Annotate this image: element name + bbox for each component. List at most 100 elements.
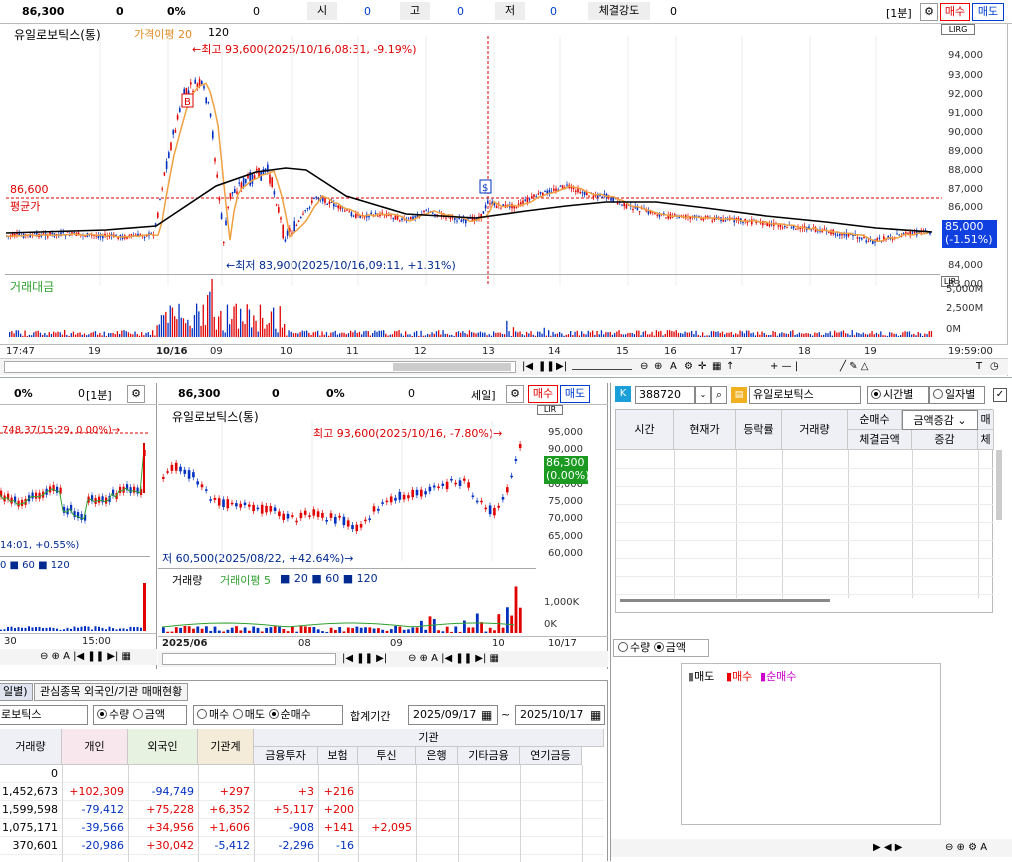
mid-lirg-toggle[interactable]: LIR [537, 405, 563, 415]
text-tool-icon[interactable]: A [670, 361, 677, 373]
amt-radio[interactable]: 금액 [653, 641, 686, 654]
col-rate[interactable]: 등락률 [736, 410, 782, 450]
column-header[interactable]: 기관계 [198, 729, 254, 765]
period-selector[interactable]: [1분] [886, 5, 912, 21]
col-m[interactable]: 매 [978, 410, 994, 430]
settings-gear-icon[interactable]: ⚙ [920, 3, 938, 21]
buy-button[interactable]: 매수 [940, 3, 970, 21]
pen-icon[interactable]: ╱ ✎ △ [840, 361, 868, 373]
current-price-tag-pct: (-1.51%) [945, 233, 993, 246]
col-netbuy[interactable]: 순매수 [848, 410, 902, 430]
tab-watchlist[interactable]: 관심종목 외국인/기관 매매현황 [34, 683, 189, 701]
col-time[interactable]: 시간 [616, 410, 674, 450]
column-header[interactable]: 기관 [254, 729, 604, 747]
text-icon[interactable]: T [976, 361, 982, 373]
calendar-icon[interactable]: ▦ [481, 708, 492, 722]
pause-icon[interactable]: ❚❚ [538, 361, 555, 373]
zoom-out-icon[interactable]: ⊖ [640, 361, 648, 373]
mid-buy-button[interactable]: 매수 [528, 385, 558, 403]
table-scrollbar[interactable] [996, 450, 1002, 520]
price-change: 0 [116, 5, 124, 18]
up-arrow-icon[interactable]: ↑ [726, 361, 734, 373]
table-cell: 1,452,673 [2, 785, 58, 798]
folder-icon[interactable]: ▤ [731, 387, 747, 403]
right-zoom-icons[interactable]: ⊖ ⊕ ⚙ A [945, 842, 987, 854]
tab-daily[interactable]: 일별) [0, 683, 33, 701]
left-x-tick: 30 [4, 636, 17, 647]
net-radio[interactable]: 순매수 [268, 708, 311, 721]
col-amount[interactable]: 체결금액 [848, 430, 912, 450]
column-header[interactable]: 개인 [62, 729, 128, 765]
amt-radio[interactable]: 금액 [132, 708, 165, 721]
column-header[interactable]: 은행 [416, 747, 458, 765]
mid-volume-bars [162, 586, 522, 633]
col-volume[interactable]: 거래량 [782, 410, 848, 450]
crosshair-icon[interactable]: ✛ [698, 361, 706, 373]
column-header[interactable]: 거래량 [0, 729, 62, 765]
mid-zoom-icons[interactable]: ⊖ ⊕ A |◀ ❚❚ ▶| ▦ [408, 653, 499, 665]
x-tick-label: 10 [280, 346, 293, 357]
qty-radio[interactable]: 수량 [97, 708, 129, 721]
sort-select[interactable]: 금액증감 ⌄ [902, 410, 978, 430]
mid-nav-icons[interactable]: |◀ ❚❚ ▶| [342, 653, 387, 665]
strength-label: 체결강도 [588, 2, 650, 20]
zoom-out-icon[interactable]: ⊖ ⊕ A |◀ ❚❚ ▶| ▦ [40, 651, 131, 663]
table-cell: -16 [336, 839, 354, 852]
column-header[interactable]: 외국인 [128, 729, 198, 765]
table-cell: +30,042 [146, 839, 194, 852]
col-c[interactable]: 체 [978, 430, 994, 450]
column-header[interactable]: 보험 [318, 747, 358, 765]
chart-scrollbar[interactable] [4, 361, 516, 373]
search-icon[interactable]: ⌕ [711, 386, 727, 404]
zoom-slider[interactable] [572, 362, 632, 370]
volume-y-axis: 5,000M 2,500M 0M [942, 284, 1002, 344]
left-settings-icon[interactable]: ⚙ [127, 385, 145, 403]
left-period[interactable]: [1분] [86, 387, 112, 403]
tilde: ~ [501, 708, 511, 721]
y-tick-label: 87,000 [948, 184, 983, 195]
lirg-toggle[interactable]: LIRG [941, 24, 975, 35]
volume-value: 0 [253, 5, 260, 18]
y-tick-label: 93,000 [948, 70, 983, 81]
checkbox[interactable]: ✓ [993, 388, 1007, 402]
column-header[interactable]: 기타금융 [458, 747, 520, 765]
svg-text:B: B [184, 97, 191, 108]
stock-name-input[interactable]: 로보틱스 [0, 705, 88, 725]
first-icon[interactable]: |◀ [522, 361, 533, 373]
zoom-in-icon[interactable]: ⊕ [654, 361, 662, 373]
k-logo-icon: K [615, 386, 631, 402]
x-tick-label: 08 [298, 638, 311, 649]
x-tick-label: 17 [730, 346, 743, 357]
time-radio[interactable]: 시간별 [867, 386, 929, 404]
col-change[interactable]: 증감 [912, 430, 978, 450]
table-row[interactable] [0, 765, 604, 783]
mid-scrollbar[interactable] [162, 653, 336, 665]
table-cell: 1,599,598 [2, 803, 58, 816]
mid-settings-icon[interactable]: ⚙ [506, 385, 524, 403]
col-price[interactable]: 현재가 [674, 410, 736, 450]
table-icon[interactable]: ▦ [712, 361, 721, 373]
mid-period[interactable]: 세일] [471, 387, 496, 403]
mid-y-axis: 95,000 90,000 80,000 75,000 70,000 65,000 60,0… [544, 421, 604, 561]
settings-icon[interactable]: ⚙ [684, 361, 693, 373]
sell-button[interactable]: 매도 [972, 3, 1004, 21]
column-header[interactable]: 투신 [358, 747, 416, 765]
date-radio[interactable]: 일자별 [929, 386, 985, 404]
calendar-icon[interactable]: ▦ [590, 708, 601, 722]
right-scroll-icons[interactable]: ▶ ◀ ▶ [873, 842, 902, 854]
column-header[interactable]: 금융투자 [254, 747, 318, 765]
last-icon[interactable]: ▶| [556, 361, 567, 373]
code-dropdown-icon[interactable]: ⌄ [695, 386, 711, 404]
qty-radio[interactable]: 수량 [618, 641, 650, 654]
stock-code-input[interactable]: 388720 [635, 386, 695, 404]
mid-sell-button[interactable]: 매도 [560, 385, 590, 403]
table-cell: +297 [219, 785, 250, 798]
x-tick-label: 13 [482, 346, 495, 357]
buy-radio[interactable]: 매수 [197, 708, 229, 721]
clock-icon[interactable]: ◷ [990, 361, 999, 373]
line-draw-icon[interactable]: + — | [770, 361, 798, 373]
column-header[interactable]: 연기금등 [520, 747, 582, 765]
table-cell: 1,075,171 [2, 821, 58, 834]
sell-radio[interactable]: 매도 [232, 708, 265, 721]
left-x-tick: 15:00 [82, 636, 111, 647]
